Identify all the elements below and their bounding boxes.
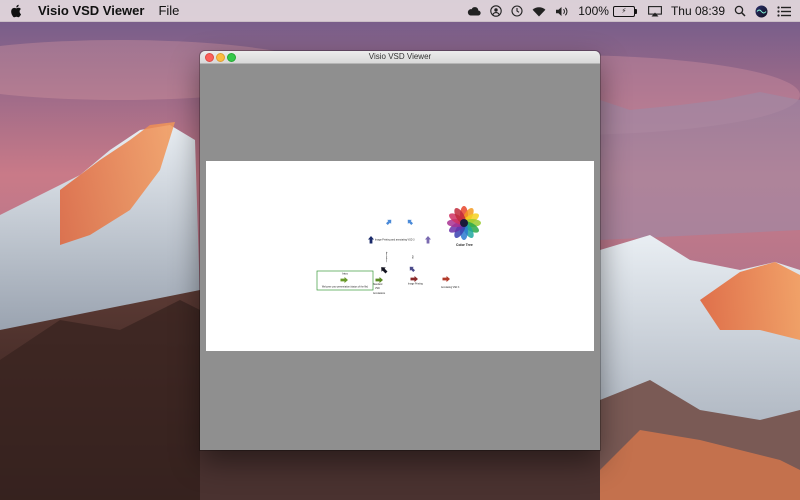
siri-icon[interactable]: [755, 5, 768, 18]
spotlight-search-icon[interactable]: [734, 5, 746, 17]
user-switch-icon[interactable]: [490, 5, 502, 17]
window-zoom-button[interactable]: [227, 53, 236, 62]
volume-icon[interactable]: [555, 6, 569, 17]
window-close-button[interactable]: [205, 53, 214, 62]
window-title: Visio VSD Viewer: [368, 52, 432, 61]
vertical-label-left: Annotations: [385, 252, 388, 263]
arrow-diagonal-blue-2-icon: [407, 219, 413, 225]
window-titlebar[interactable]: Visio VSD Viewer: [200, 51, 600, 64]
intro-box-title: Intro: [342, 272, 348, 276]
document-canvas[interactable]: Intro Welcome your presentation (status …: [206, 161, 594, 351]
menubar-clock[interactable]: Thu 08:39: [671, 4, 725, 18]
arrow-right-red-icon: [442, 276, 450, 282]
menu-bar: Visio VSD Viewer File 100% ⚡ Thu 08:39: [0, 0, 800, 22]
standard-label-1: Standard: [373, 283, 383, 286]
color-tree-label: Color Tree: [456, 243, 473, 247]
arrow-diagonal-indigo-icon: [409, 266, 415, 272]
arrow-up-navy-icon: [368, 236, 374, 244]
arrow-diagonal-black-icon: [381, 267, 388, 274]
image-printing-label: Image Printing: [408, 283, 424, 286]
arrow-up-purple-icon: [425, 236, 431, 244]
file-menu[interactable]: File: [158, 3, 179, 18]
standard-label-2: VSD: [375, 288, 380, 290]
notification-center-icon[interactable]: [777, 5, 791, 17]
battery-percentage[interactable]: 100%: [578, 4, 609, 18]
time-machine-icon[interactable]: [511, 5, 523, 17]
wifi-icon[interactable]: [532, 6, 546, 17]
arrow-right-green-2-icon: [375, 277, 383, 283]
battery-level: ⚡: [612, 5, 637, 17]
battery-icon[interactable]: ⚡: [612, 5, 637, 17]
standard-label-3: Annotations: [373, 292, 386, 295]
airplay-icon[interactable]: [648, 5, 662, 17]
apple-menu-icon[interactable]: [10, 4, 24, 18]
intro-box-text: Welcome your presentation (status of the…: [322, 286, 368, 289]
viewer-window: Visio VSD Viewer Intro Welcome your pres…: [200, 51, 600, 450]
vsd-drawing: Intro Welcome your presentation (status …: [316, 206, 481, 295]
cloud-icon[interactable]: [467, 6, 481, 16]
annotating-label: Annotating VSD 3: [441, 286, 460, 289]
printing-annotating-label: Image Printing and annotating VSD 3: [375, 239, 415, 242]
arrow-right-darkred-icon: [410, 276, 418, 282]
window-minimize-button[interactable]: [216, 53, 225, 62]
vertical-label-right: VSD: [411, 255, 413, 260]
arrow-diagonal-blue-1-icon: [386, 219, 392, 225]
app-name-menu[interactable]: Visio VSD Viewer: [38, 3, 144, 18]
color-tree-flower-icon: [447, 206, 481, 240]
